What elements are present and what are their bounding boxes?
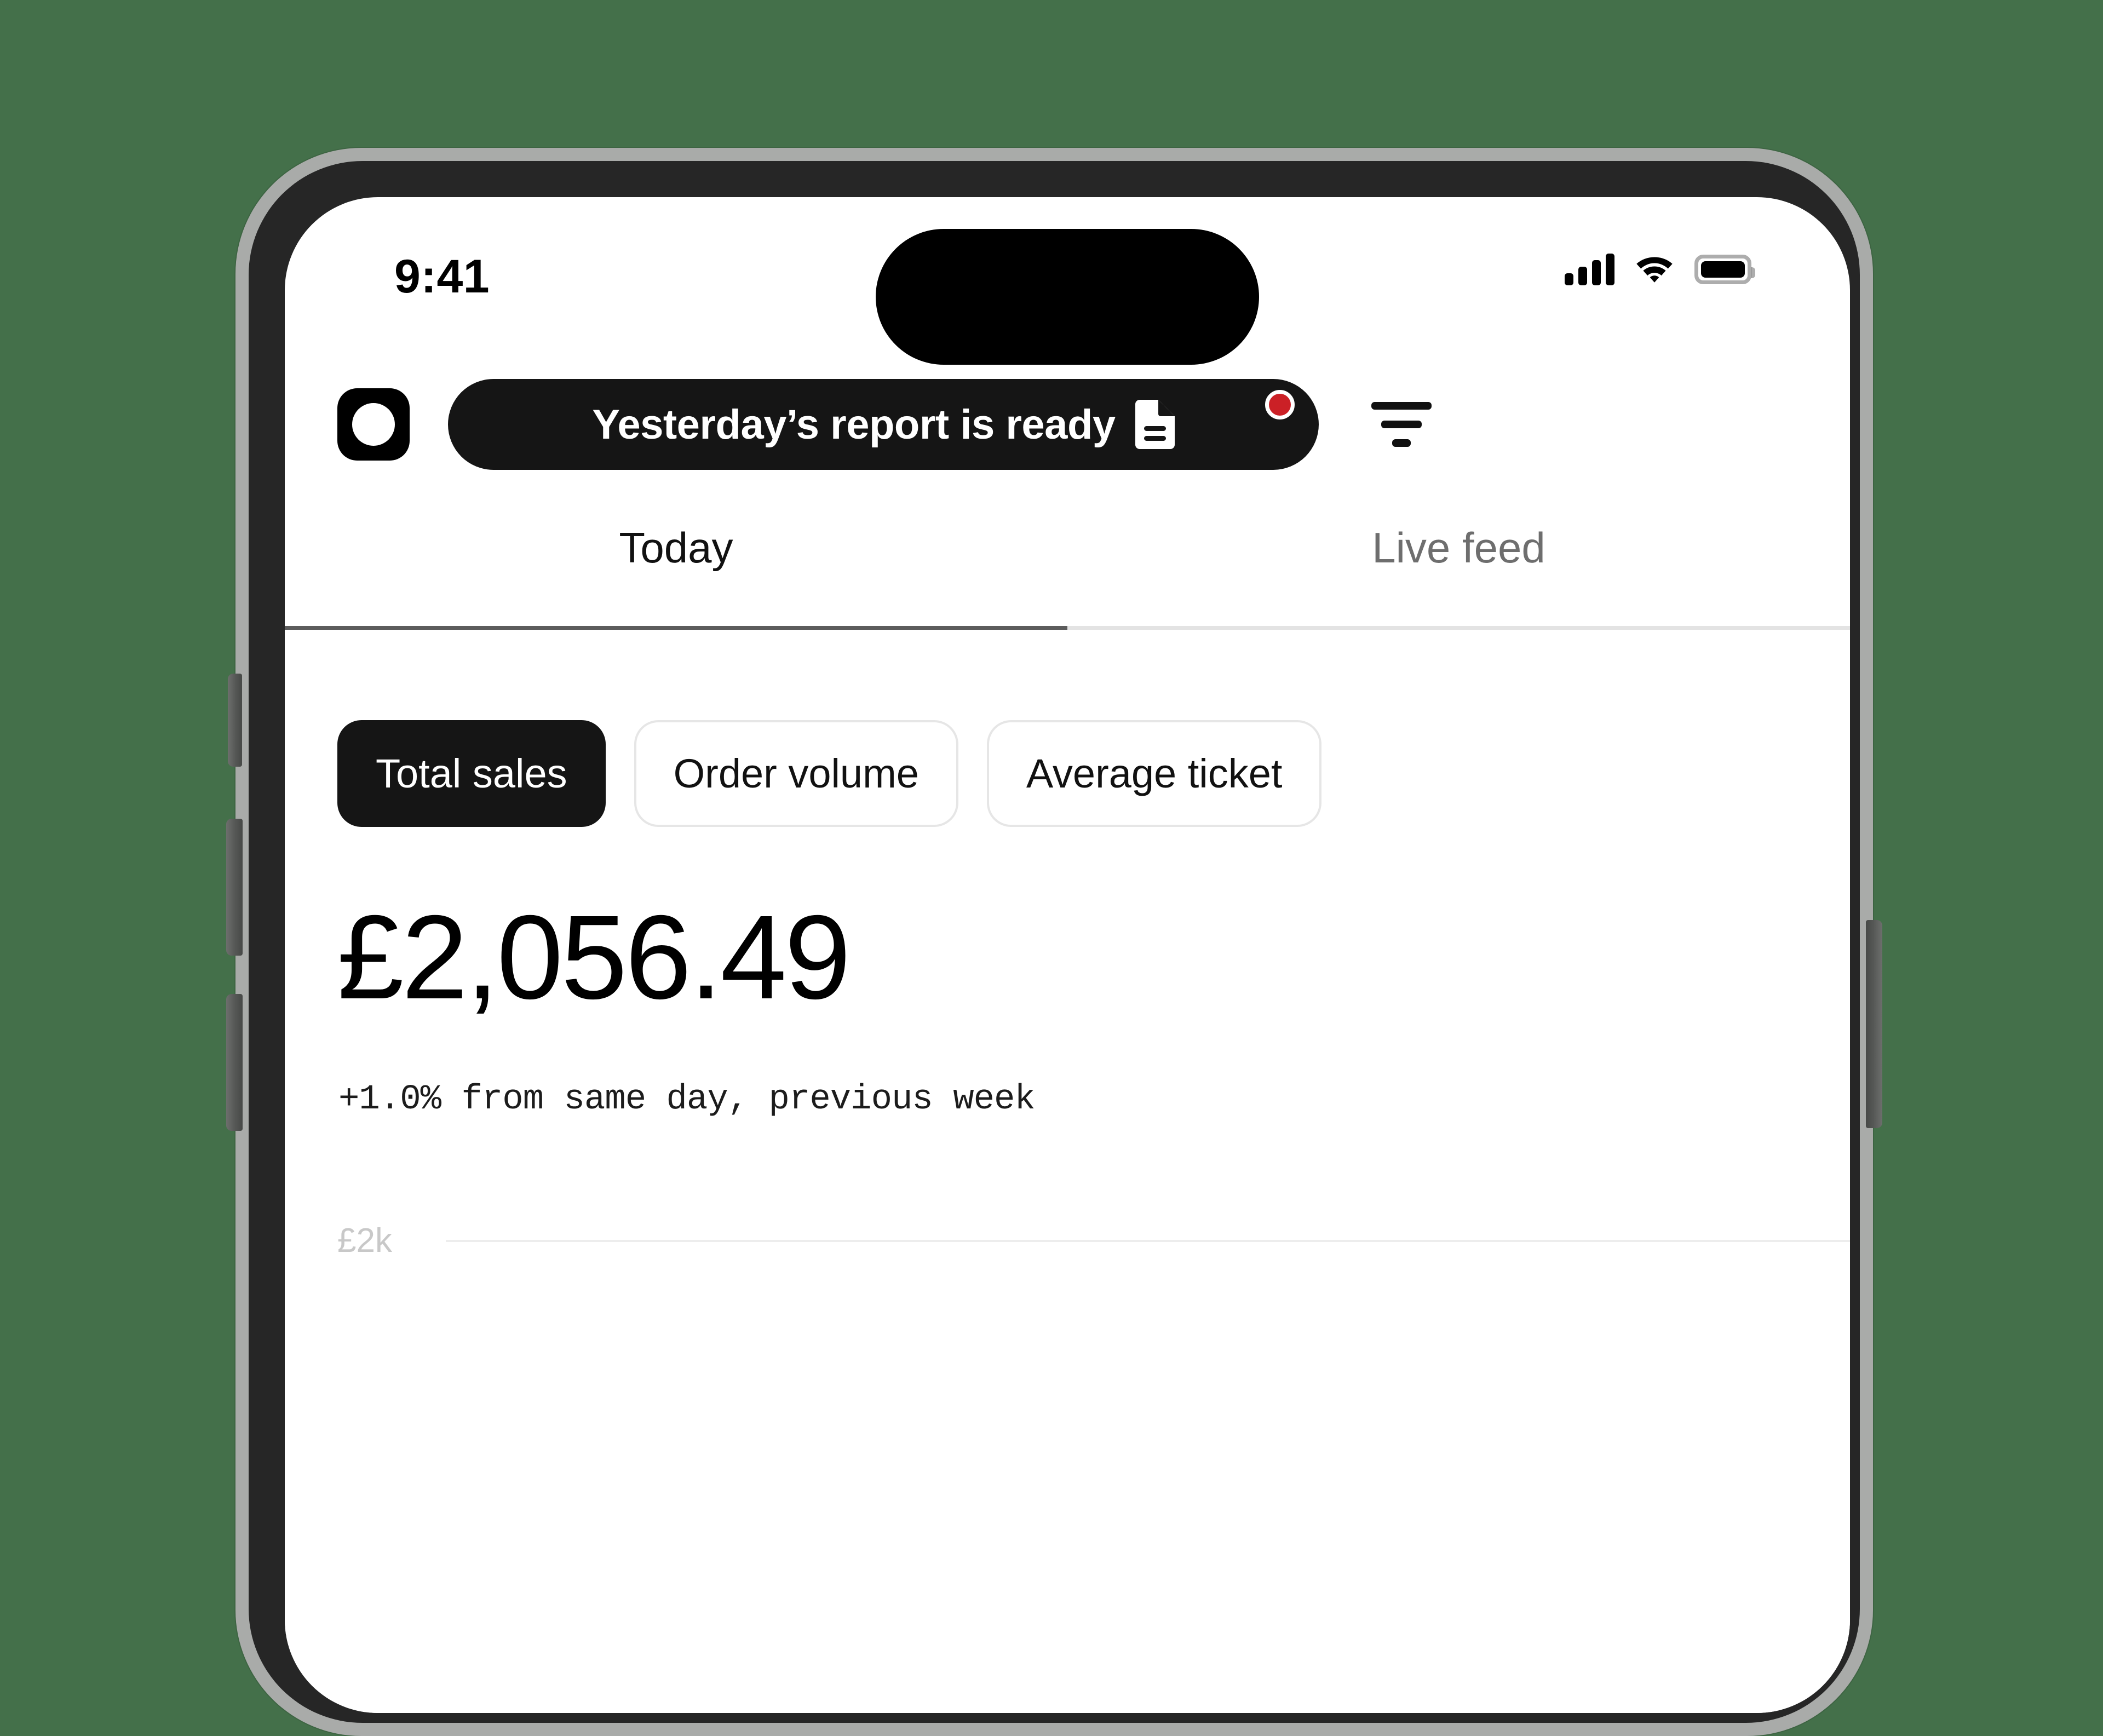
volume-up-button[interactable] (226, 819, 243, 956)
phone-bezel: 9:41 Yesterday’s report is ready Today L… (249, 161, 1860, 1723)
metric-chip-average-ticket[interactable]: Average ticket (986, 720, 1322, 827)
phone-frame: 9:41 Yesterday’s report is ready Today L… (226, 148, 1882, 1736)
metric-chip-average-ticket-label: Average ticket (1026, 751, 1283, 796)
battery-icon (1694, 254, 1755, 284)
metric-delta-label: +1.0% from same day, previous week (338, 1080, 1036, 1119)
chart-y-tick-label: £2k (337, 1222, 392, 1260)
dynamic-island (876, 229, 1259, 365)
tab-today[interactable]: Today (285, 487, 1067, 630)
chart-gridline-row: £2k (337, 1221, 1850, 1260)
tab-bar: Today Live feed (285, 487, 1850, 630)
tab-live-feed-label: Live feed (1372, 523, 1545, 572)
metric-chip-order-volume[interactable]: Order volume (634, 720, 958, 827)
notification-dot-icon (1265, 390, 1295, 419)
cellular-bars-icon (1565, 253, 1614, 285)
wifi-icon (1633, 252, 1676, 286)
tab-live-feed[interactable]: Live feed (1067, 487, 1850, 630)
chart-gridline (446, 1239, 1850, 1242)
main-content: Total sales Order volume Average ticket … (285, 630, 1850, 1713)
app-header: Yesterday’s report is ready (285, 361, 1850, 487)
mute-switch-button[interactable] (228, 674, 242, 767)
phone-screen: 9:41 Yesterday’s report is ready Today L… (285, 197, 1850, 1713)
metric-chip-row[interactable]: Total sales Order volume Average ticket (285, 720, 1850, 827)
status-bar: 9:41 (285, 197, 1850, 365)
status-bar-icons (1565, 252, 1755, 286)
power-button[interactable] (1866, 920, 1882, 1128)
notification-banner-label: Yesterday’s report is ready (592, 401, 1116, 448)
metric-chip-total-sales-label: Total sales (376, 751, 567, 796)
notification-banner[interactable]: Yesterday’s report is ready (448, 379, 1319, 470)
app-logo-icon[interactable] (337, 388, 410, 461)
tab-today-label: Today (619, 523, 733, 572)
metric-chip-total-sales[interactable]: Total sales (337, 720, 606, 827)
volume-down-button[interactable] (226, 994, 243, 1131)
document-icon (1135, 400, 1175, 449)
metric-value: £2,056.49 (337, 891, 851, 1024)
status-bar-time: 9:41 (394, 250, 490, 303)
filter-icon[interactable] (1360, 383, 1443, 465)
metric-chip-order-volume-label: Order volume (673, 751, 919, 796)
sales-chart: £2k (285, 1221, 1850, 1659)
tab-active-indicator (285, 626, 1067, 630)
